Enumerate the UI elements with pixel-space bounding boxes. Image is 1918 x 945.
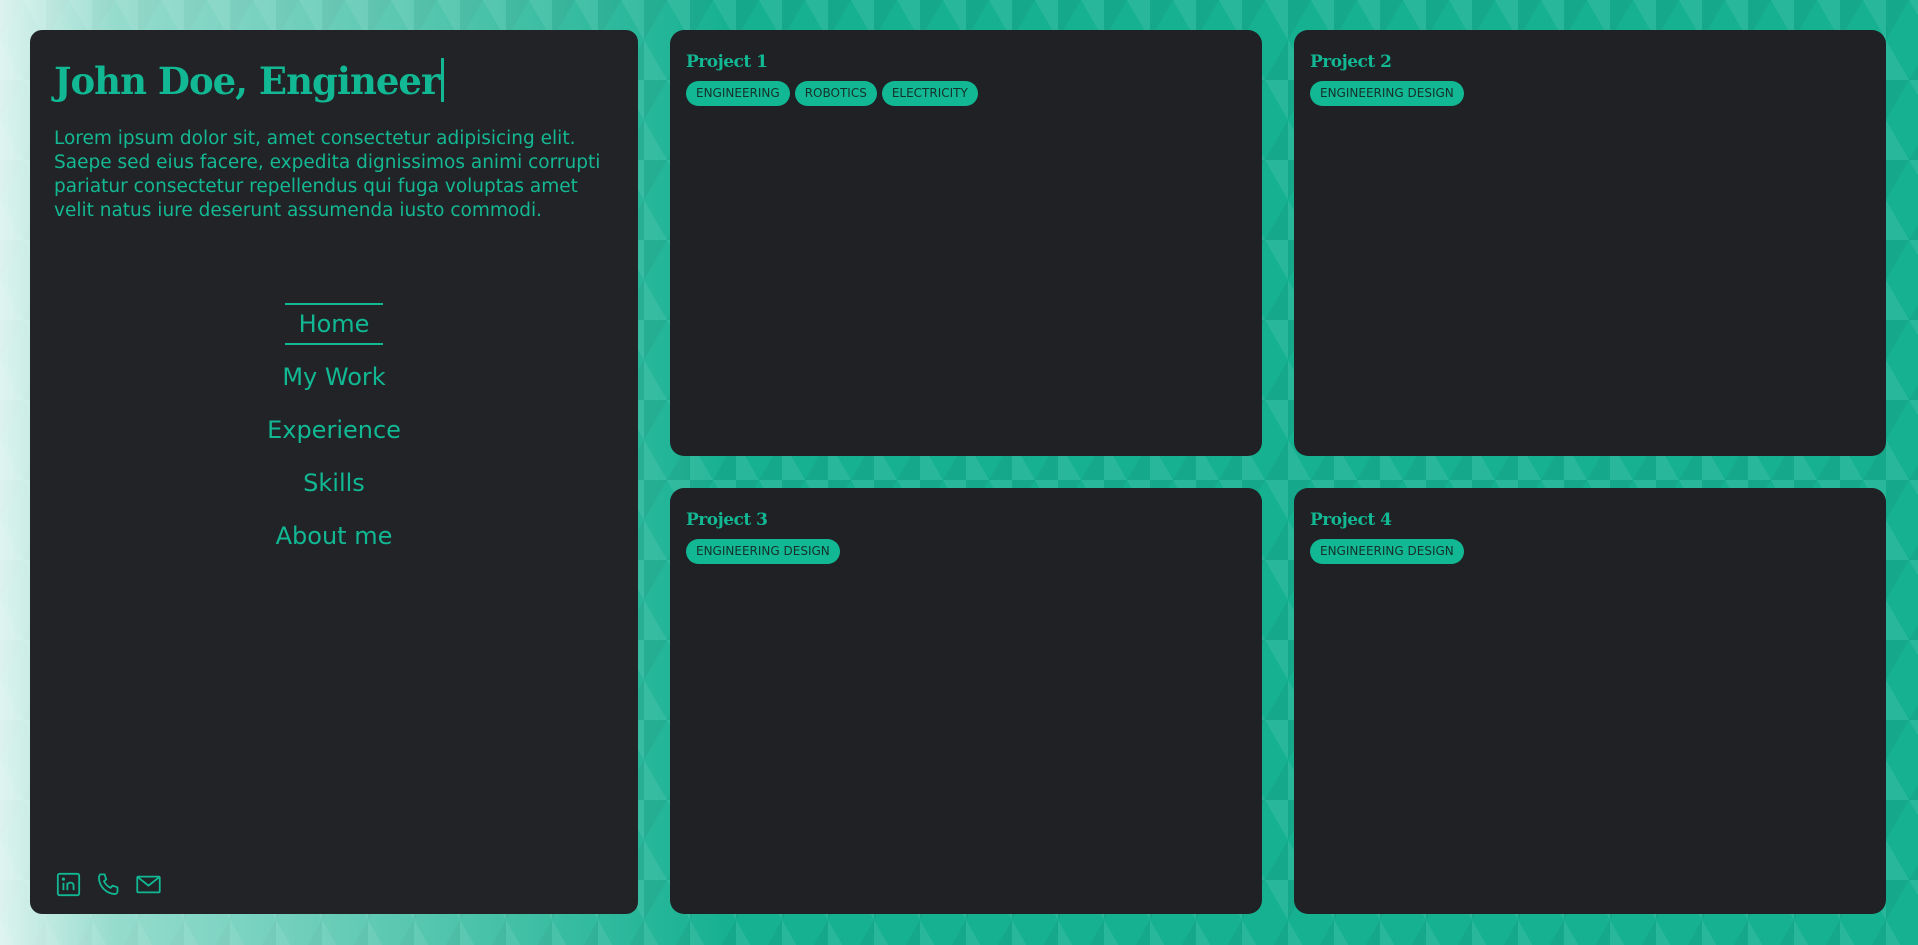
- nav-item-skills: Skills: [30, 459, 638, 512]
- sidebar: John Doe, Engineer Lorem ipsum dolor sit…: [30, 30, 638, 914]
- nav-link-my-work[interactable]: My Work: [268, 358, 399, 396]
- tag-badge: ENGINEERING DESIGN: [1310, 81, 1464, 106]
- phone-link[interactable]: [94, 870, 122, 898]
- nav-link-about-me[interactable]: About me: [262, 517, 407, 555]
- tag-badge: ENGINEERING: [686, 81, 790, 106]
- project-tags: ENGINEERING DESIGN: [1310, 539, 1464, 564]
- mail-link[interactable]: [134, 870, 162, 898]
- nav-link-experience[interactable]: Experience: [253, 411, 415, 449]
- nav-item-my-work: My Work: [30, 353, 638, 406]
- mail-icon: [135, 875, 161, 893]
- intro-text: Lorem ipsum dolor sit, amet consectetur …: [54, 128, 601, 221]
- tag-badge: ROBOTICS: [794, 81, 877, 106]
- project-tags: ENGINEERING ROBOTICS ELECTRICITY: [686, 81, 978, 106]
- project-title: Project 1: [686, 52, 768, 72]
- project-title: Project 2: [1310, 52, 1392, 72]
- nav-link-home[interactable]: Home: [284, 303, 384, 345]
- linkedin-link[interactable]: [54, 870, 82, 898]
- tag-badge: ENGINEERING DESIGN: [1310, 539, 1464, 564]
- project-card-3[interactable]: Project 3 ENGINEERING DESIGN: [670, 488, 1262, 914]
- project-card-2[interactable]: Project 2 ENGINEERING DESIGN: [1294, 30, 1886, 456]
- main-nav: Home My Work Experience Skills About me: [30, 300, 638, 565]
- title-text: John Doe, Engineer: [54, 59, 440, 103]
- typing-cursor: [441, 58, 445, 102]
- project-title: Project 4: [1310, 510, 1392, 530]
- nav-item-experience: Experience: [30, 406, 638, 459]
- project-tags: ENGINEERING DESIGN: [686, 539, 840, 564]
- social-links: [54, 870, 162, 898]
- tag-badge: ENGINEERING DESIGN: [686, 539, 840, 564]
- nav-item-about-me: About me: [30, 512, 638, 565]
- project-title: Project 3: [686, 510, 768, 530]
- tag-badge: ELECTRICITY: [881, 81, 978, 106]
- project-card-4[interactable]: Project 4 ENGINEERING DESIGN: [1294, 488, 1886, 914]
- page-title: John Doe, Engineer: [54, 58, 445, 103]
- phone-icon: [97, 872, 118, 895]
- linkedin-icon: [56, 872, 80, 896]
- project-card-1[interactable]: Project 1 ENGINEERING ROBOTICS ELECTRICI…: [670, 30, 1262, 456]
- nav-link-skills[interactable]: Skills: [289, 464, 379, 502]
- nav-item-home: Home: [30, 300, 638, 353]
- project-tags: ENGINEERING DESIGN: [1310, 81, 1464, 106]
